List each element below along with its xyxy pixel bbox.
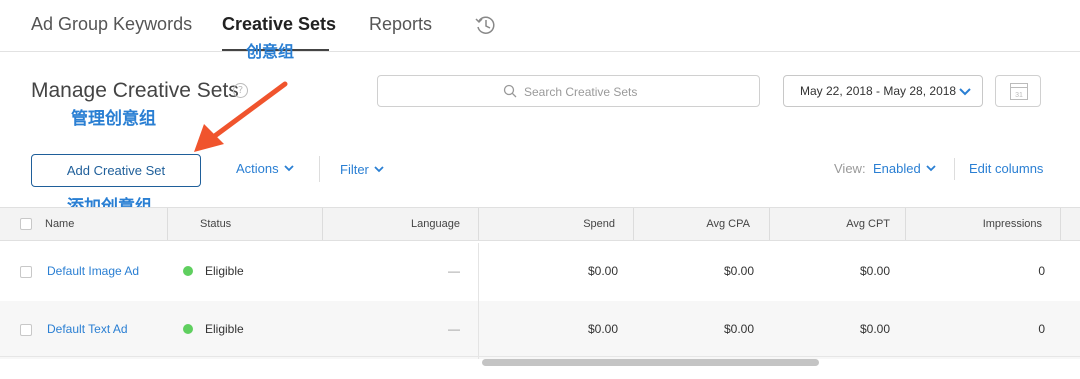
- horizontal-scrollbar[interactable]: [482, 359, 819, 366]
- column-header-language[interactable]: Language: [340, 208, 460, 240]
- edit-columns-link[interactable]: Edit columns: [969, 161, 1043, 176]
- tab-ad-group-keywords[interactable]: Ad Group Keywords: [31, 14, 192, 35]
- spend-value: $0.00: [587, 322, 618, 336]
- column-header-name[interactable]: Name: [45, 208, 74, 240]
- status-dot-icon: [183, 324, 193, 334]
- column-divider: [1060, 208, 1061, 240]
- history-clock-icon[interactable]: [474, 14, 496, 36]
- chevron-down-icon: [374, 166, 384, 173]
- avg-cpa-value: $0.00: [723, 322, 754, 336]
- calendar-icon: 31: [1010, 83, 1028, 100]
- filter-dropdown[interactable]: Filter: [340, 162, 384, 177]
- avg-cpt-value: $0.00: [859, 322, 890, 336]
- column-divider: [905, 208, 906, 240]
- toolbar-divider: [319, 156, 320, 182]
- column-header-impressions[interactable]: Impressions: [920, 208, 1042, 240]
- chevron-down-icon: [959, 88, 971, 96]
- date-range-value: May 22, 2018 - May 28, 2018: [800, 84, 957, 98]
- avg-cpa-value: $0.00: [723, 264, 754, 278]
- column-header-avg-cpa[interactable]: Avg CPA: [650, 208, 750, 240]
- annotation-creative-sets: 创意组: [246, 42, 295, 61]
- calendar-day: 31: [1015, 92, 1023, 99]
- tab-creative-sets[interactable]: Creative Sets: [222, 14, 336, 35]
- column-divider: [167, 208, 168, 240]
- status-dot-icon: [183, 266, 193, 276]
- select-all-checkbox[interactable]: [20, 218, 32, 230]
- actions-label: Actions: [236, 161, 279, 176]
- add-creative-set-button[interactable]: Add Creative Set: [31, 154, 201, 187]
- creative-set-name-link[interactable]: Default Text Ad: [47, 322, 128, 336]
- tab-reports[interactable]: Reports: [369, 14, 432, 35]
- top-navigation: Ad Group Keywords Creative Sets Reports: [0, 0, 1080, 52]
- column-divider: [478, 208, 479, 240]
- language-value: —: [448, 264, 460, 278]
- avg-cpt-value: $0.00: [859, 264, 890, 278]
- table-header: Name Status Language Spend Avg CPA Avg C…: [0, 207, 1080, 241]
- annotation-manage: 管理创意组: [71, 109, 156, 129]
- annotation-arrow-icon: [194, 81, 288, 152]
- view-value: Enabled: [873, 161, 921, 176]
- language-value: —: [448, 322, 460, 336]
- column-header-status[interactable]: Status: [200, 208, 231, 240]
- column-divider: [478, 301, 479, 359]
- creative-set-name-link[interactable]: Default Image Ad: [47, 264, 139, 278]
- status-text: Eligible: [205, 322, 244, 336]
- column-divider: [322, 208, 323, 240]
- actions-dropdown[interactable]: Actions: [236, 161, 294, 176]
- filter-label: Filter: [340, 162, 369, 177]
- table-bottom-border: [0, 356, 1080, 357]
- column-divider: [478, 243, 479, 301]
- column-divider: [769, 208, 770, 240]
- toolbar-divider: [954, 158, 955, 180]
- row-checkbox[interactable]: [20, 266, 32, 278]
- chevron-down-icon: [926, 165, 936, 172]
- table-row: Default Image Ad Eligible — $0.00 $0.00 …: [0, 243, 1080, 301]
- column-header-spend[interactable]: Spend: [500, 208, 615, 240]
- date-range-select[interactable]: May 22, 2018 - May 28, 2018: [783, 75, 983, 107]
- search-box: [377, 75, 760, 107]
- view-dropdown[interactable]: Enabled: [873, 161, 936, 176]
- view-label: View:: [834, 161, 866, 176]
- impressions-value: 0: [1038, 322, 1045, 336]
- column-divider: [633, 208, 634, 240]
- row-checkbox[interactable]: [20, 324, 32, 336]
- calendar-button[interactable]: 31: [995, 75, 1041, 107]
- column-header-avg-cpt[interactable]: Avg CPT: [790, 208, 890, 240]
- search-input[interactable]: [524, 82, 744, 102]
- chevron-down-icon: [284, 165, 294, 172]
- status-text: Eligible: [205, 264, 244, 278]
- search-icon: [503, 84, 517, 98]
- spend-value: $0.00: [587, 264, 618, 278]
- impressions-value: 0: [1038, 264, 1045, 278]
- table-row: Default Text Ad Eligible — $0.00 $0.00 $…: [0, 301, 1080, 359]
